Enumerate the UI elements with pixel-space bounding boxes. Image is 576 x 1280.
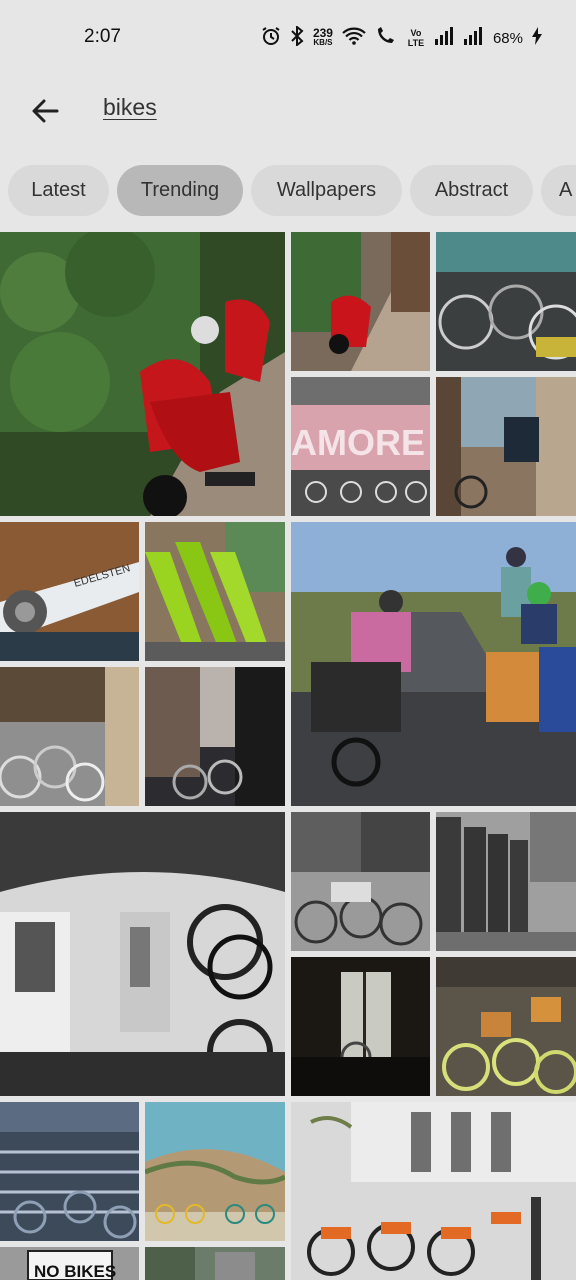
image-tile[interactable] <box>291 1102 576 1280</box>
chip-label: Trending <box>140 179 220 201</box>
photo-telephone-booths <box>436 812 576 951</box>
image-tile[interactable] <box>0 667 139 806</box>
image-tile[interactable] <box>291 957 430 1096</box>
image-tile[interactable] <box>436 812 576 951</box>
wifi-icon <box>342 26 366 51</box>
status-icons: 239 KB/S Vo LTE 68% <box>261 24 542 52</box>
photo-bike-gear: EDELSTEN <box>0 522 139 661</box>
network-speed: 239 KB/S <box>312 26 333 48</box>
network-speed-unit: KB/S <box>313 38 333 47</box>
chip-label: Wallpapers <box>276 179 377 201</box>
battery-percent: 68% <box>492 29 523 47</box>
image-tile[interactable] <box>145 1247 285 1280</box>
chip-latest[interactable]: Latest <box>8 165 109 216</box>
image-tile[interactable] <box>291 812 430 951</box>
chip-label: Abstract <box>434 179 509 201</box>
status-bar: 2:07 239 KB/S Vo LTE 68% <box>0 0 576 74</box>
network-speed-value: 239 <box>312 26 333 40</box>
photo-no-bikes-sign: NO BIKES <box>0 1247 139 1280</box>
image-tile[interactable]: AMORE <box>291 377 430 516</box>
image-tile[interactable]: EDELSTEN <box>0 522 139 661</box>
image-tile[interactable]: NO BIKES <box>0 1247 139 1280</box>
chip-trending[interactable]: Trending <box>117 165 243 216</box>
status-time: 2:07 <box>84 26 121 47</box>
photo-street-bikes <box>145 1247 285 1280</box>
image-tile[interactable] <box>0 232 285 516</box>
bluetooth-icon <box>290 24 304 51</box>
image-tile[interactable] <box>436 232 576 371</box>
search-header: bikes <box>0 74 576 154</box>
arrow-left-icon <box>32 99 59 123</box>
photo-bikes-dune <box>145 1102 285 1241</box>
image-tile[interactable] <box>145 522 285 661</box>
image-tile[interactable] <box>291 232 430 371</box>
image-tile[interactable] <box>145 667 285 806</box>
photo-parked-bicycles <box>436 232 576 371</box>
photo-bikes-building <box>291 812 430 951</box>
image-tile[interactable] <box>436 377 576 516</box>
alarm-icon <box>261 26 281 51</box>
chip-abstract[interactable]: Abstract <box>410 165 533 216</box>
photo-family-cycling <box>291 522 576 806</box>
image-tile[interactable] <box>291 522 576 806</box>
image-tile[interactable] <box>0 812 285 1096</box>
photo-amore-wall: AMORE <box>291 377 430 516</box>
no-bikes-text: NO BIKES <box>34 1262 116 1280</box>
photo-yellow-bikes <box>436 957 576 1096</box>
wifi-call-icon <box>375 26 397 51</box>
photo-city-street <box>145 667 285 806</box>
image-tile[interactable] <box>145 1102 285 1241</box>
chip-wallpapers[interactable]: Wallpapers <box>251 165 402 216</box>
photo-bike-by-fence <box>436 377 576 516</box>
photo-green-bikes <box>145 522 285 661</box>
photo-train-bikes <box>0 812 285 1096</box>
image-tile[interactable] <box>0 1102 139 1241</box>
image-tile[interactable] <box>436 957 576 1096</box>
category-chips: Latest Trending Wallpapers Abstract A <box>0 164 576 218</box>
photo-scooter-alley <box>291 232 430 371</box>
signal-icon-2 <box>463 26 484 50</box>
photo-bike-rack-street <box>0 667 139 806</box>
photo-red-scooters <box>0 232 285 516</box>
photo-bike-parking <box>0 1102 139 1241</box>
chip-label: Latest <box>31 179 86 201</box>
image-grid: AMORE EDELSTEN NO BIKES <box>0 230 576 1280</box>
photo-orange-rental-bikes <box>291 1102 576 1280</box>
search-query[interactable]: bikes <box>103 94 157 121</box>
back-button[interactable] <box>22 88 68 134</box>
signal-icon <box>434 26 455 50</box>
charging-icon <box>532 26 542 50</box>
amore-text: AMORE <box>291 422 425 463</box>
volte-label: Vo LTE <box>407 28 425 48</box>
photo-window-bicycle <box>291 957 430 1096</box>
chip-partial[interactable]: A <box>541 165 576 216</box>
chip-label: A <box>559 179 573 201</box>
